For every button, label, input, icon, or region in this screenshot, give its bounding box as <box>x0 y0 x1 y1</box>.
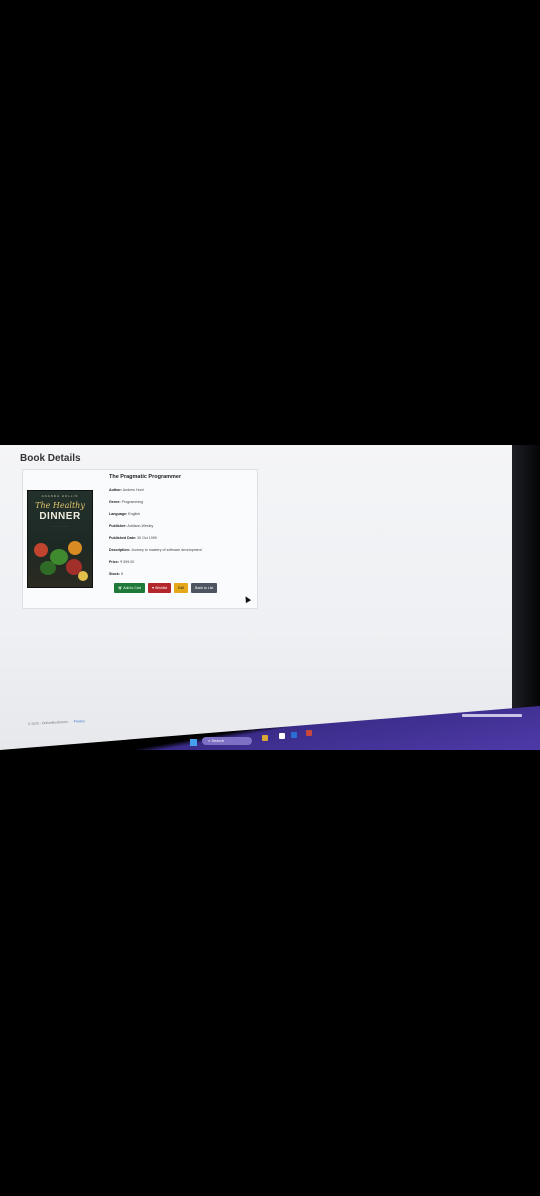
add-to-cart-label: Add to Cart <box>123 586 141 590</box>
back-to-list-button[interactable]: Back to List <box>191 583 218 593</box>
detail-row-description: Description: Journey to mastery of softw… <box>109 544 255 556</box>
wishlist-label: Wishlist <box>155 586 168 590</box>
taskbar-app-icon[interactable] <box>306 730 312 736</box>
privacy-link[interactable]: Privacy <box>74 719 85 724</box>
monitor-bezel <box>512 445 540 750</box>
detail-label: Publisher: <box>109 524 127 528</box>
detail-row-stock: Stock: 5 <box>109 568 255 580</box>
book-title: The Pragmatic Programmer <box>109 474 182 480</box>
detail-label: Description: <box>109 548 130 552</box>
detail-value: Andrew Hunt <box>122 488 144 492</box>
taskbar-app-icon[interactable] <box>291 732 297 738</box>
detail-row-author: Author: Andrew Hunt <box>109 484 255 496</box>
cover-title-line-2: DINNER <box>39 511 81 522</box>
detail-row-published-date: Published Date: 30 Oct 1999 <box>109 532 255 544</box>
detail-value: 5 <box>120 572 123 576</box>
detail-label: Published Date: <box>109 536 137 540</box>
taskbar-search[interactable]: ⌕ Search <box>202 737 252 745</box>
cover-vegetable <box>78 571 88 581</box>
detail-label: Genre: <box>109 500 121 504</box>
detail-value: 30 Oct 1999 <box>137 536 157 540</box>
detail-label: Stock: <box>109 572 120 576</box>
detail-label: Language: <box>109 512 128 516</box>
windows-start-icon[interactable] <box>190 739 197 746</box>
cover-author: ANANDA HOLLIS <box>41 494 79 498</box>
edit-button[interactable]: Edit <box>174 583 189 593</box>
cover-vegetable <box>40 561 56 575</box>
detail-value: ₹ 599.00 <box>120 560 135 564</box>
book-info: The Pragmatic Programmer Author: Andrew … <box>109 474 255 580</box>
system-tray-icons[interactable] <box>462 714 522 717</box>
add-to-cart-button[interactable]: 🛒︎ Add to Cart <box>114 583 145 593</box>
detail-label: Price: <box>109 560 119 564</box>
page-title: Book Details <box>20 453 81 464</box>
detail-row-genre: Genre: Programming <box>109 496 255 508</box>
copyright-text: © 2025 - OnlineBookStore - <box>27 719 70 726</box>
detail-value: Programming <box>121 500 144 504</box>
book-cover-image: ANANDA HOLLIS The Healthy DINNER · · · ·… <box>27 490 93 588</box>
book-details-card: ANANDA HOLLIS The Healthy DINNER · · · ·… <box>22 469 258 609</box>
cover-title-line-1: The Healthy <box>35 501 85 510</box>
detail-row-language: Language: English <box>109 508 255 520</box>
cover-subtitle: · · · · · · · · · · <box>51 524 69 528</box>
taskbar-app-icon[interactable] <box>262 735 268 741</box>
detail-value: English <box>128 512 140 516</box>
taskbar-app-icon[interactable] <box>279 733 285 739</box>
search-label: Search <box>211 738 225 743</box>
detail-value: Addison-Wesley <box>127 524 154 528</box>
detail-row-price: Price: ₹ 599.00 <box>109 556 255 568</box>
detail-row-publisher: Publisher: Addison-Wesley <box>109 520 255 532</box>
page-footer: © 2025 - OnlineBookStore - Privacy <box>28 719 85 726</box>
cover-vegetable <box>34 543 48 557</box>
action-buttons: 🛒︎ Add to Cart ♥ Wishlist Edit Back to L… <box>114 583 218 593</box>
cover-vegetable <box>68 541 82 555</box>
detail-label: Author: <box>109 488 122 492</box>
wishlist-button[interactable]: ♥ Wishlist <box>147 583 172 593</box>
browser-viewport: Book Details ANANDA HOLLIS The Healthy D… <box>0 445 540 750</box>
detail-value: Journey to mastery of software developme… <box>130 548 202 552</box>
